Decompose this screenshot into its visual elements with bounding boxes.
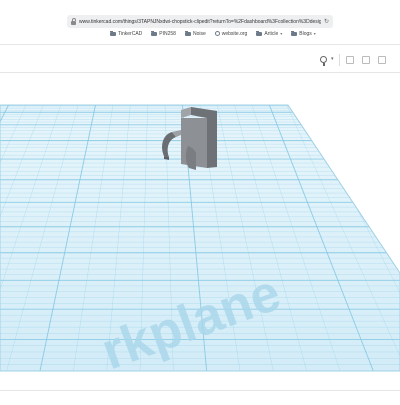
url-text: www.tinkercad.com/things/3TAPNJNxdwi-cho… (79, 18, 321, 25)
workplane-svg[interactable]: rkplane (0, 73, 400, 400)
bookmark-noise[interactable]: Noise (184, 30, 206, 37)
folder-icon (184, 30, 191, 36)
bookmark-label: Article (264, 30, 279, 37)
bookmarks-bar: TinkerCAD PIN258 Noise website.org Artic… (110, 29, 316, 38)
url-bar[interactable]: www.tinkercad.com/things/3TAPNJNxdwi-cho… (67, 15, 333, 28)
chrome-divider (0, 44, 400, 45)
bookmark-label: Blogs (299, 30, 312, 37)
copy-icon[interactable] (346, 56, 354, 64)
folder-icon (291, 30, 298, 36)
app-toolbar: ▾ (0, 53, 400, 73)
delete-icon[interactable] (378, 56, 386, 64)
chevron-down-icon: ▾ (313, 31, 316, 36)
chevron-down-icon[interactable]: ▾ (331, 56, 334, 62)
lock-icon (71, 17, 76, 25)
chevron-down-icon: ▾ (280, 31, 283, 36)
bookmark-blogs[interactable]: Blogs ▾ (291, 30, 316, 37)
bookmark-article[interactable]: Article ▾ (256, 30, 283, 37)
bookmark-label: TinkerCAD (118, 30, 143, 37)
bookmark-tinkercad[interactable]: TinkerCAD (110, 30, 143, 37)
reload-icon[interactable]: ↻ (324, 19, 329, 25)
bookmark-label: website.org (221, 30, 248, 37)
duplicate-icon[interactable] (362, 56, 370, 64)
folder-icon (256, 30, 263, 36)
bookmark-website[interactable]: website.org (214, 30, 248, 37)
3d-viewport[interactable]: rkplane (0, 73, 400, 400)
globe-icon (214, 31, 220, 36)
bookmark-label: Noise (192, 30, 206, 37)
bookmark-pin258[interactable]: PIN258 (151, 30, 176, 37)
toolbar-separator (339, 54, 340, 66)
bookmark-label: PIN258 (159, 30, 176, 37)
lightbulb-icon[interactable] (320, 56, 327, 66)
folder-icon (151, 30, 158, 36)
folder-icon (110, 30, 116, 36)
page-bottom-rule (0, 390, 400, 391)
